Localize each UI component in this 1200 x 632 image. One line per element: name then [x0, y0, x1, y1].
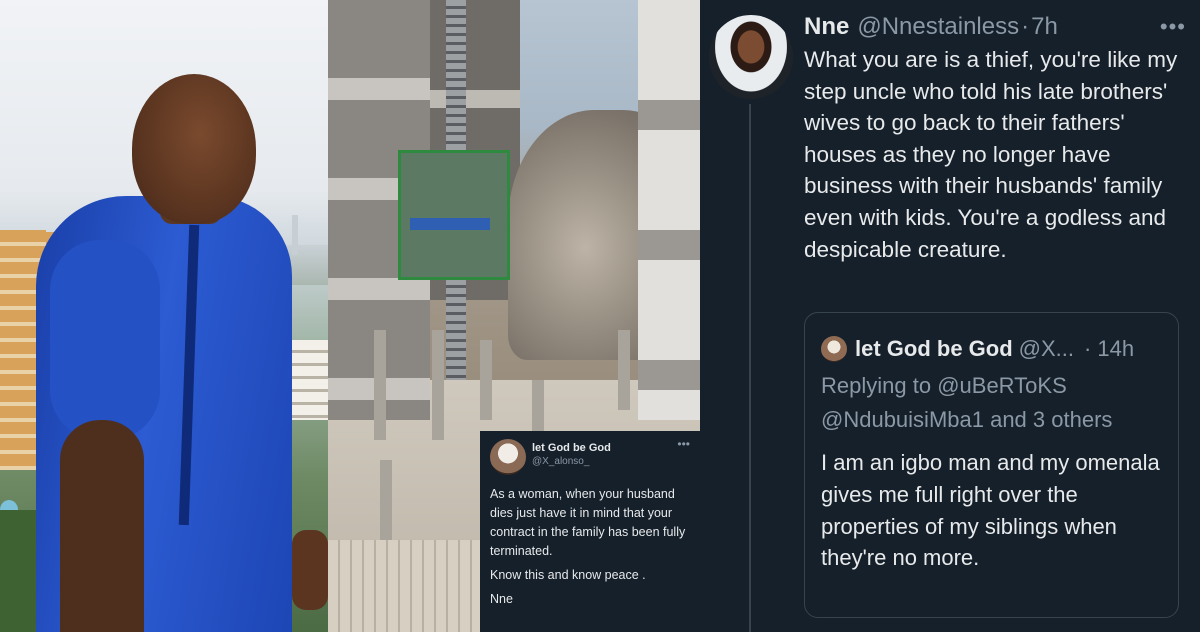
pillar: [432, 330, 444, 440]
inset-text-paragraph: Nne: [490, 592, 513, 606]
quoted-author-avatar: [821, 336, 847, 362]
inset-author: let God be God @X_alonso_: [532, 439, 671, 468]
bridge-tower: [292, 215, 298, 255]
quoted-author-handle: @X...: [1018, 336, 1075, 361]
thread-line: [749, 104, 751, 632]
background-building: [290, 340, 328, 420]
author-avatar[interactable]: [709, 15, 793, 99]
quoted-tweet-header: let God be God @X... · 14h: [821, 333, 1162, 365]
photo-man-in-blue: [0, 0, 328, 632]
replying-to: Replying to @uBeRToKS @NdubuisiMba1 and …: [821, 369, 1162, 437]
lift-sign: [410, 218, 490, 230]
inset-text-paragraph: As a woman, when your husband dies just …: [490, 487, 686, 558]
man-head: [132, 74, 256, 224]
pillar: [380, 460, 392, 540]
quoted-tweet-text: I am an igbo man and my omenala gives me…: [821, 450, 1160, 571]
corrugated-roof: [328, 540, 480, 632]
inset-tweet-text: As a woman, when your husband dies just …: [490, 485, 690, 609]
adjacent-building: [638, 0, 700, 420]
construction-lift: [398, 150, 510, 280]
pillar: [374, 330, 386, 440]
more-icon[interactable]: •••: [1160, 14, 1186, 40]
quoted-tweet-timestamp: 14h: [1097, 336, 1135, 361]
inset-author-handle[interactable]: @X_alonso_: [532, 455, 671, 468]
inset-author-name[interactable]: let God be God: [532, 441, 671, 455]
author-handle[interactable]: @Nnestainless: [857, 13, 1019, 41]
man-hand: [292, 530, 328, 610]
inset-tweet: let God be God @X_alonso_ ••• As a woman…: [480, 431, 700, 632]
quoted-author-name: let God be God: [855, 336, 1013, 361]
tweet-text: What you are is a thief, you're like my …: [804, 47, 1178, 262]
main-tweet: Nne @Nnestainless · 7h ••• What you are …: [700, 0, 1200, 632]
more-icon[interactable]: •••: [677, 438, 690, 450]
man-sleeve: [50, 240, 160, 440]
pillar: [618, 330, 630, 410]
inset-text-paragraph: Know this and know peace .: [490, 568, 646, 582]
separator-dot: ·: [1021, 13, 1030, 40]
author-name[interactable]: Nne: [804, 13, 849, 41]
pillar: [480, 340, 492, 420]
separator-dot: ·: [1084, 336, 1092, 361]
replying-to-label: Replying to: [821, 373, 932, 398]
inset-tweet-header: let God be God @X_alonso_ •••: [490, 438, 690, 475]
tweet-header: Nne @Nnestainless · 7h •••: [804, 10, 1186, 44]
man-arm: [60, 420, 144, 632]
inset-avatar[interactable]: [490, 439, 526, 475]
tweet-timestamp[interactable]: 7h: [1031, 13, 1058, 41]
quoted-tweet[interactable]: let God be God @X... · 14h Replying to @…: [804, 312, 1179, 618]
